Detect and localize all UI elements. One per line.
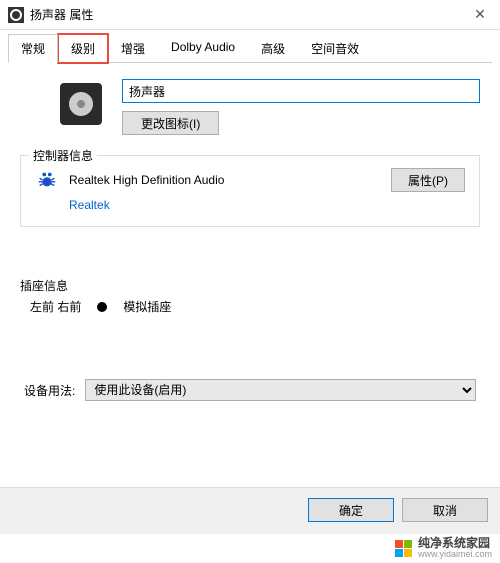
title-bar: 扬声器 属性 ✕	[0, 0, 500, 30]
device-usage-row: 设备用法: 使用此设备(启用)	[20, 379, 480, 401]
watermark-logo	[395, 540, 412, 557]
controller-info-legend: 控制器信息	[29, 147, 97, 164]
device-usage-select[interactable]: 使用此设备(启用)	[85, 379, 476, 401]
jack-row: 左前 右前 模拟插座	[20, 294, 480, 319]
dialog-footer: 确定 取消	[0, 487, 500, 533]
device-header-row: 更改图标(I)	[60, 79, 480, 135]
ok-button[interactable]: 确定	[308, 498, 394, 522]
window-title: 扬声器 属性	[30, 6, 460, 23]
tab-advanced[interactable]: 高级	[248, 34, 298, 63]
window-icon	[8, 7, 24, 23]
jack-type: 模拟插座	[123, 298, 171, 315]
realtek-crab-icon	[35, 168, 59, 192]
jack-position: 左前 右前	[30, 298, 81, 315]
controller-manufacturer: Realtek	[69, 198, 465, 212]
device-name-group: 更改图标(I)	[122, 79, 480, 135]
tab-enhancements[interactable]: 增强	[108, 34, 158, 63]
controller-properties-button[interactable]: 属性(P)	[391, 168, 465, 192]
controller-info-fieldset: 控制器信息 Realtek High Definition Audio 属性(P…	[20, 155, 480, 227]
controller-row: Realtek High Definition Audio 属性(P)	[35, 168, 465, 192]
cancel-button[interactable]: 取消	[402, 498, 488, 522]
jack-info-legend: 插座信息	[20, 277, 480, 294]
watermark: 纯净系统家园 www.yidaimei.com	[0, 533, 500, 563]
tab-spatial-sound[interactable]: 空间音效	[298, 34, 372, 63]
jack-info-section: 插座信息 左前 右前 模拟插座	[20, 277, 480, 319]
jack-color-dot	[97, 302, 107, 312]
device-name-input[interactable]	[122, 79, 480, 103]
close-button[interactable]: ✕	[460, 0, 500, 30]
controller-name: Realtek High Definition Audio	[69, 173, 391, 187]
tab-general[interactable]: 常规	[8, 34, 58, 63]
change-icon-button[interactable]: 更改图标(I)	[122, 111, 219, 135]
tab-levels[interactable]: 级别	[58, 34, 108, 63]
device-usage-label: 设备用法:	[24, 382, 75, 399]
tab-dolby-audio[interactable]: Dolby Audio	[158, 34, 248, 63]
watermark-url: www.yidaimei.com	[418, 550, 492, 560]
tab-content: 更改图标(I) 控制器信息 Realtek High Definition Au…	[0, 63, 500, 411]
tab-strip: 常规 级别 增强 Dolby Audio 高级 空间音效	[0, 30, 500, 63]
speaker-icon	[60, 83, 102, 125]
watermark-text: 纯净系统家园 www.yidaimei.com	[418, 537, 492, 560]
